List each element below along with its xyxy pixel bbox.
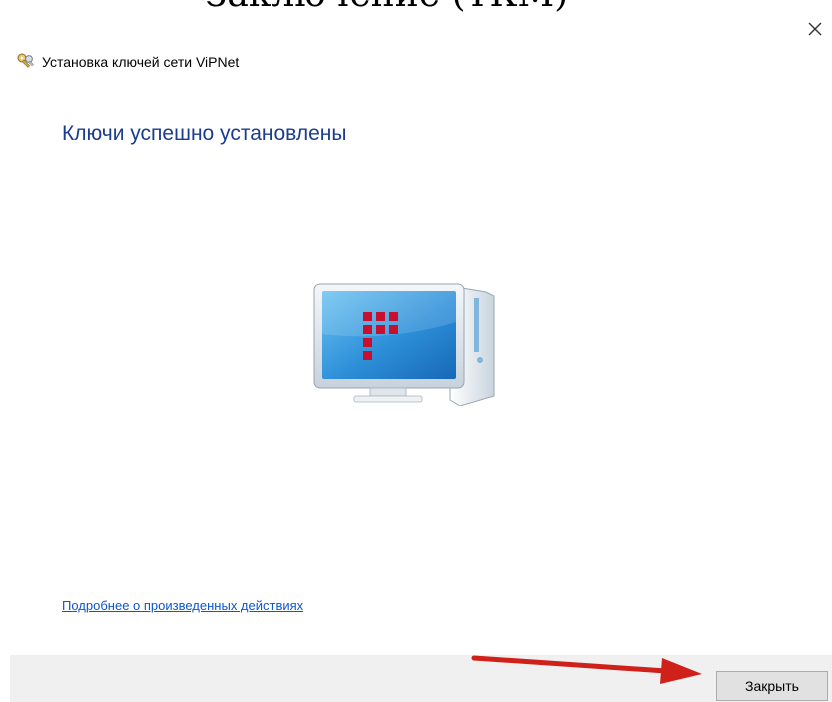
window-title: Установка ключей сети ViPNet	[42, 54, 240, 70]
screenshot-page: Заключение (ТКМ) Установка ключей сети V…	[0, 0, 832, 702]
details-link[interactable]: Подробнее о произведенных действиях	[62, 598, 303, 613]
close-button[interactable]: Закрыть	[716, 671, 828, 701]
page-title: Ключи успешно установлены	[62, 122, 347, 145]
vipnet-keys-icon	[17, 53, 34, 68]
cropped-document-text: Заключение (ТКМ)	[205, 0, 568, 15]
cropped-top-text: Заключение (ТКМ)	[0, 0, 832, 22]
close-icon	[808, 22, 822, 36]
window-close-button[interactable]	[804, 18, 826, 40]
window-titlebar: Установка ключей сети ViPNet	[16, 52, 239, 72]
computer-icon	[313, 283, 495, 406]
red-arrow	[471, 655, 702, 684]
